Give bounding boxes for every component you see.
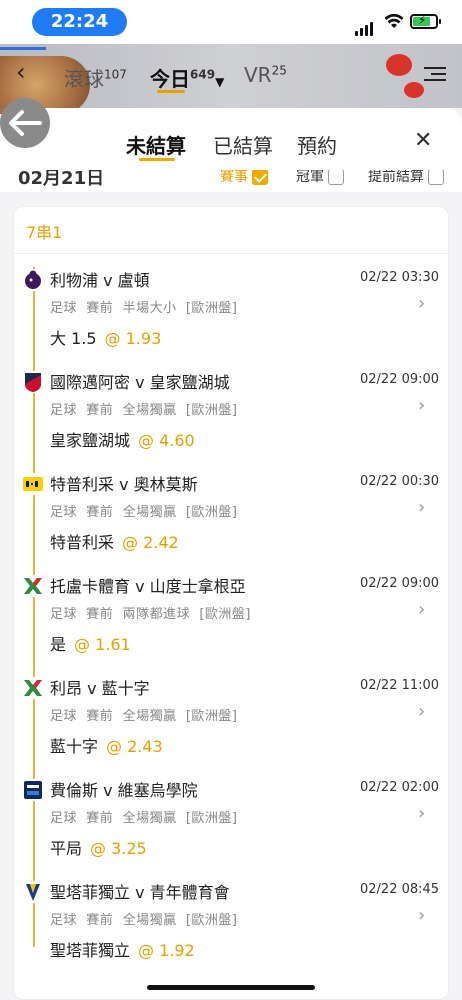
chevron-right-icon[interactable]: › [418, 905, 425, 926]
tab-unsettled[interactable]: 未結算 [126, 130, 186, 159]
battery-icon: ⚡ [410, 13, 441, 29]
header-tab-inplay[interactable]: 滾球107 [64, 63, 127, 92]
odds-value: @ 1.93 [104, 329, 162, 348]
header-tab-today[interactable]: 今日649▼ [150, 63, 224, 92]
liga-portugal-icon [22, 779, 44, 801]
bet-meta: 足球 賽前 半場大小 [歐洲盤] [50, 301, 238, 316]
sheet-tabs: 未結算 已結算 預約 [0, 130, 462, 160]
bet-leg[interactable]: 聖塔菲獨立 v 青年體育會 02/22 08:45 足球 賽前 全場獨贏 [歐洲… [14, 879, 448, 981]
match-title: 國際邁阿密 v 皇家鹽湖城 [50, 373, 230, 392]
parlay-title: 7串1 [26, 223, 63, 242]
bet-leg[interactable]: 費倫斯 v 維塞烏學院 02/22 02:00 足球 賽前 全場獨贏 [歐洲盤]… [14, 777, 448, 879]
checkbox-checked-icon[interactable] [252, 170, 268, 185]
filter-outright[interactable]: 冠軍 [296, 170, 344, 186]
bet-meta: 足球 賽前 全場獨贏 [歐洲盤] [50, 505, 238, 520]
premier-league-icon [22, 269, 44, 291]
match-datetime: 02/22 09:00 [360, 372, 440, 387]
filter-row: 02月21日 賽事 冠軍 提前結算 [0, 170, 462, 192]
chevron-right-icon[interactable]: › [418, 293, 425, 314]
wifi-icon [384, 13, 404, 28]
bet-leg[interactable]: 國際邁阿密 v 皇家鹽湖城 02/22 09:00 足球 賽前 全場獨贏 [歐洲… [14, 369, 448, 471]
bet-pick: 大 1.5 @ 1.93 [50, 329, 162, 348]
divider [14, 253, 448, 254]
match-datetime: 02/22 00:30 [360, 474, 440, 489]
checkbox-icon[interactable] [328, 170, 344, 185]
bet-meta: 足球 賽前 全場獨贏 [歐洲盤] [50, 403, 238, 418]
status-time: 22:24 [32, 8, 127, 36]
odds-value: @ 3.25 [90, 839, 147, 858]
match-title: 費倫斯 v 維塞烏學院 [50, 781, 198, 800]
bet-leg[interactable]: 托盧卡體育 v 山度士拿根亞 02/22 09:00 足球 賽前 兩隊都進球 [… [14, 573, 448, 675]
header-back-icon[interactable]: ‹ [16, 58, 26, 86]
menu-icon[interactable] [424, 63, 446, 85]
parlay-card: 7串1 利物浦 v 盧頓 02/22 03:30 足球 賽前 半場大小 [歐洲盤… [13, 206, 449, 1000]
tab-indicator [139, 158, 175, 161]
back-button[interactable] [0, 98, 50, 148]
lantern-decoration-icon [386, 54, 412, 76]
tab-reserved[interactable]: 預約 [297, 130, 337, 159]
mls-icon [22, 371, 44, 393]
odds-value: @ 2.43 [106, 737, 163, 756]
bet-leg[interactable]: 利物浦 v 盧頓 02/22 03:30 足球 賽前 半場大小 [歐洲盤] › … [14, 267, 448, 369]
bet-pick: 特普利采 @ 2.42 [50, 533, 179, 552]
tab-settled[interactable]: 已結算 [213, 130, 273, 159]
match-title: 特普利采 v 奧林莫斯 [50, 475, 198, 494]
status-bar: 22:24 ⚡ [0, 0, 462, 44]
cellular-signal-icon [355, 17, 375, 36]
header-tab-indicator [157, 90, 185, 93]
chevron-right-icon[interactable]: › [418, 701, 425, 722]
home-indicator[interactable] [147, 985, 315, 990]
bet-meta: 足球 賽前 兩隊都進球 [歐洲盤] [50, 607, 251, 622]
lantern-decoration-icon [404, 82, 424, 98]
bet-pick: 藍十字 @ 2.43 [50, 737, 163, 756]
bet-meta: 足球 賽前 全場獨贏 [歐洲盤] [50, 709, 238, 724]
chevron-right-icon[interactable]: › [418, 803, 425, 824]
liga-mx-icon [22, 677, 44, 699]
bet-pick: 聖塔菲獨立 @ 1.92 [50, 941, 195, 960]
match-datetime: 02/22 09:00 [360, 576, 440, 591]
date-label: 02月21日 [18, 170, 105, 189]
close-icon[interactable]: ✕ [414, 128, 432, 153]
odds-value: @ 1.61 [74, 635, 131, 654]
odds-value: @ 4.60 [138, 431, 195, 450]
bet-pick: 平局 @ 3.25 [50, 839, 147, 858]
arrow-left-icon [9, 110, 42, 136]
match-datetime: 02/22 02:00 [360, 780, 440, 795]
bet-leg[interactable]: 特普利采 v 奧林莫斯 02/22 00:30 足球 賽前 全場獨贏 [歐洲盤]… [14, 471, 448, 573]
bet-history-sheet: 未結算 已結算 預約 ✕ 02月21日 賽事 冠軍 提前結算 7串1 利物浦 v… [0, 108, 462, 1000]
liga-mx-icon [22, 575, 44, 597]
bet-meta: 足球 賽前 全場獨贏 [歐洲盤] [50, 811, 238, 826]
match-title: 利昂 v 藍十字 [50, 679, 150, 698]
header-tab-vr[interactable]: VR25 [244, 63, 287, 87]
match-datetime: 02/22 11:00 [360, 678, 440, 693]
match-title: 聖塔菲獨立 v 青年體育會 [50, 883, 230, 902]
bet-meta: 足球 賽前 全場獨贏 [歐洲盤] [50, 913, 238, 928]
filter-events[interactable]: 賽事 [220, 170, 268, 186]
odds-value: @ 2.42 [122, 533, 179, 552]
fortuna-liga-icon [22, 473, 44, 495]
match-datetime: 02/22 08:45 [360, 882, 440, 897]
match-title: 利物浦 v 盧頓 [50, 271, 150, 290]
chevron-right-icon[interactable]: › [418, 497, 425, 518]
match-title: 托盧卡體育 v 山度士拿根亞 [50, 577, 246, 596]
filter-cashout[interactable]: 提前結算 [368, 170, 444, 186]
match-datetime: 02/22 03:30 [360, 270, 440, 285]
checkbox-icon[interactable] [428, 170, 444, 185]
odds-value: @ 1.92 [138, 941, 195, 960]
colombia-liga-icon [22, 881, 44, 903]
bet-leg[interactable]: 利昂 v 藍十字 02/22 11:00 足球 賽前 全場獨贏 [歐洲盤] › … [14, 675, 448, 777]
chevron-right-icon[interactable]: › [418, 599, 425, 620]
bet-pick: 皇家鹽湖城 @ 4.60 [50, 431, 195, 450]
chevron-right-icon[interactable]: › [418, 395, 425, 416]
bet-pick: 是 @ 1.61 [50, 635, 131, 654]
chevron-down-icon: ▼ [215, 75, 225, 89]
